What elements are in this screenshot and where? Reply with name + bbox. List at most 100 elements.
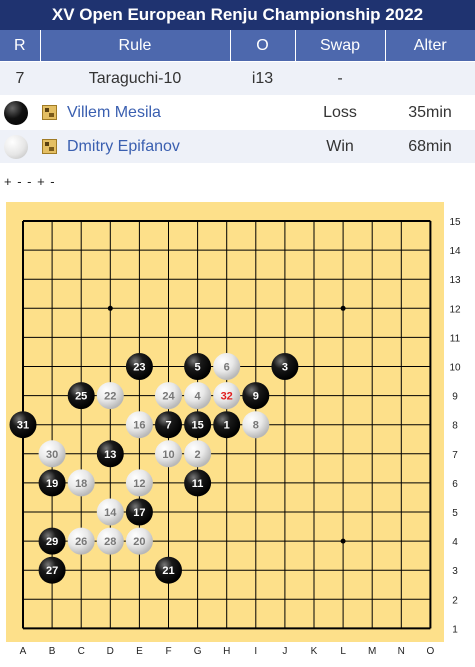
swap-cell: -: [295, 61, 385, 96]
black-stone-icon: [4, 100, 28, 125]
move-number: 26: [75, 536, 87, 548]
white-stone-icon: [4, 134, 28, 159]
move-number: 21: [162, 565, 174, 577]
header-rule: Rule: [40, 30, 231, 62]
result-win: Win: [295, 129, 385, 163]
row-label: 14: [449, 246, 461, 257]
white-stone: 12: [125, 469, 153, 497]
black-stone: 27: [38, 556, 66, 584]
move-number: 32: [221, 391, 233, 403]
column-label: G: [194, 646, 202, 657]
black-stone: 7: [155, 411, 182, 439]
row-label: 6: [452, 479, 458, 490]
navigation-controls[interactable]: + - - + -: [4, 174, 56, 189]
move-number: 14: [104, 507, 117, 519]
header-opening: O: [230, 30, 296, 62]
table-row: 7 Taraguchi-10 i13 -: [0, 61, 475, 96]
column-label: J: [282, 646, 287, 657]
player-name-link[interactable]: Villem Mesila: [67, 104, 161, 122]
column-label: C: [78, 646, 85, 657]
row-label: 2: [452, 595, 458, 606]
player-card-icon[interactable]: [42, 105, 57, 120]
column-label: I: [254, 646, 257, 657]
time-cell: 35min: [385, 95, 475, 130]
black-stone: 25: [67, 382, 95, 410]
white-stone: 8: [242, 411, 270, 439]
row-label: 15: [449, 217, 461, 228]
move-number: 8: [253, 420, 259, 432]
header-swap: Swap: [295, 30, 386, 62]
black-stone: 5: [184, 353, 212, 380]
board-container: ABCDEFGHIJKLMNO 15 14 13 12 11 10 9 8 7 6 5 4 3 2 1 12…: [0, 199, 475, 662]
opening-cell: i13: [230, 61, 295, 96]
white-stone: 14: [96, 498, 124, 526]
star-point: [340, 538, 346, 544]
row-label: 12: [449, 304, 461, 315]
round-cell: 7: [0, 61, 40, 96]
header-alter: Alter: [385, 30, 475, 62]
header-round: R: [0, 30, 41, 62]
white-stone: 26: [67, 527, 95, 555]
move-number: 12: [133, 478, 145, 490]
player-card-icon[interactable]: [42, 139, 57, 154]
move-number: 9: [253, 391, 259, 403]
player-name-link[interactable]: Dmitry Epifanov: [67, 138, 180, 156]
row-label: 7: [452, 450, 458, 461]
white-stone: 30: [38, 440, 66, 468]
move-number: 4: [195, 391, 202, 403]
column-label: M: [368, 646, 376, 657]
move-number: 28: [104, 536, 116, 548]
page-title: XV Open European Renju Championship 2022: [0, 0, 475, 30]
row-label: 3: [452, 566, 458, 577]
black-stone: 31: [9, 411, 37, 439]
row-label: 5: [452, 508, 458, 519]
move-number: 15: [191, 420, 203, 432]
white-stone: 24: [155, 382, 182, 410]
black-stone: 19: [38, 469, 66, 497]
move-number: 19: [46, 478, 58, 490]
column-label: D: [107, 646, 114, 657]
move-number: 11: [192, 478, 204, 490]
move-number: 22: [104, 391, 116, 403]
white-stone: 22: [96, 382, 124, 410]
white-stone: 10: [155, 440, 182, 468]
column-label: O: [427, 646, 435, 657]
star-point: [107, 305, 113, 311]
move-number: 24: [162, 391, 175, 403]
white-stone: 28: [96, 527, 124, 555]
row-label: 9: [452, 392, 458, 403]
white-stone: 32: [213, 382, 241, 410]
rule-link[interactable]: Taraguchi-10: [40, 61, 230, 96]
move-number: 13: [104, 449, 116, 461]
black-stone: 3: [271, 353, 299, 380]
move-number: 17: [133, 507, 145, 519]
column-label: E: [136, 646, 143, 657]
time-cell: 68min: [385, 129, 475, 163]
move-number: 18: [75, 478, 87, 490]
column-label: B: [49, 646, 56, 657]
row-label: 11: [450, 333, 461, 344]
white-stone: 2: [184, 440, 212, 468]
black-stone: 13: [96, 440, 124, 468]
move-number: 2: [195, 449, 201, 461]
white-stone: 16: [125, 411, 153, 439]
white-stone: 18: [67, 469, 95, 497]
row-label: 4: [452, 537, 458, 548]
result-loss: Loss: [295, 95, 385, 130]
renju-board[interactable]: ABCDEFGHIJKLMNO 151413121110987654321 12…: [0, 199, 475, 662]
move-number: 23: [133, 362, 145, 374]
column-label: H: [223, 646, 230, 657]
row-label: 13: [449, 275, 461, 286]
black-stone: 9: [242, 382, 270, 410]
black-stone: 23: [125, 353, 153, 380]
column-label: K: [311, 646, 318, 657]
player-row-white: Dmitry Epifanov Win 68min: [0, 129, 475, 163]
move-number: 3: [282, 362, 288, 374]
move-number: 5: [195, 362, 201, 374]
black-stone: 29: [38, 527, 66, 555]
white-stone: 4: [184, 382, 212, 410]
move-number: 25: [75, 391, 87, 403]
move-number: 7: [165, 420, 171, 432]
move-number: 1: [224, 420, 230, 432]
white-stone: 20: [125, 527, 153, 555]
